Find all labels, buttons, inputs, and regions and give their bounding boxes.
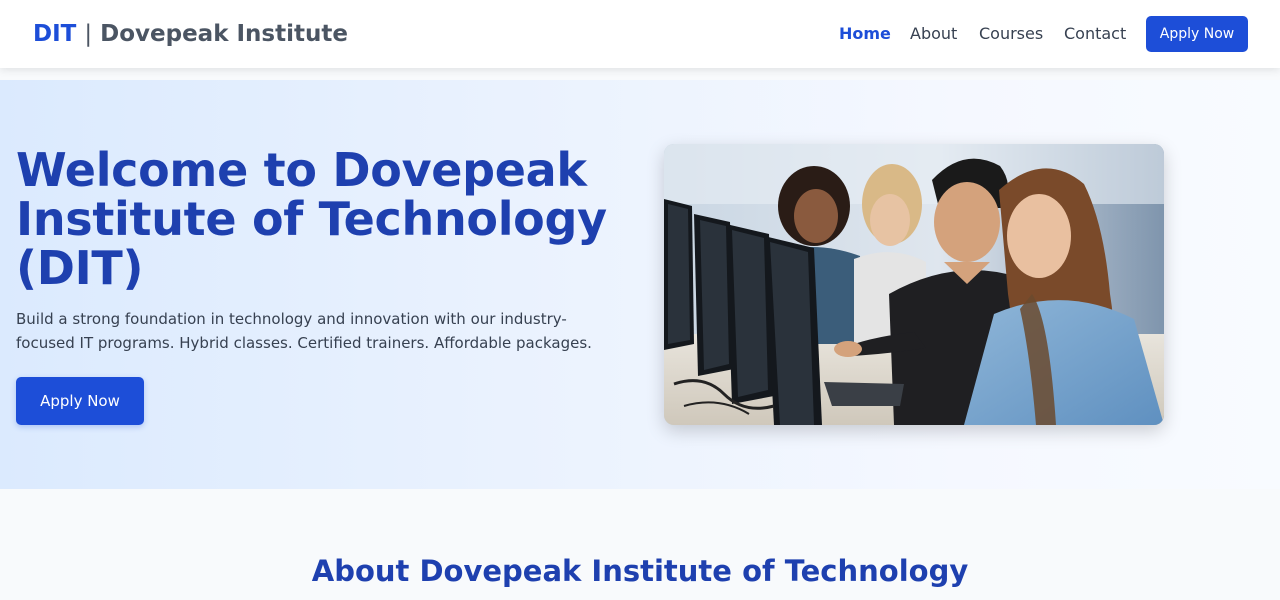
- nav-link-courses[interactable]: Courses: [979, 0, 1043, 68]
- brand-name: Dovepeak Institute: [100, 21, 348, 47]
- hero-section: Welcome to Dovepeak Institute of Technol…: [0, 80, 1280, 489]
- hero-image-students-computer-lab: [664, 144, 1164, 425]
- hero-apply-now-button[interactable]: Apply Now: [16, 377, 144, 425]
- nav-link-about[interactable]: About: [910, 0, 957, 68]
- hero-title: Welcome to Dovepeak Institute of Technol…: [16, 143, 607, 295]
- about-section-title: About Dovepeak Institute of Technology: [311, 554, 969, 588]
- nav-link-home[interactable]: Home: [839, 0, 891, 68]
- brand-separator: |: [84, 21, 93, 47]
- hero-description: Build a strong foundation in technology …: [16, 310, 592, 352]
- header-apply-now-button[interactable]: Apply Now: [1146, 16, 1248, 52]
- brand-abbr: DIT: [33, 21, 77, 47]
- site-header: DIT | Dovepeak Institute Home About Cour…: [0, 0, 1280, 68]
- brand-logo[interactable]: DIT | Dovepeak Institute: [33, 21, 348, 48]
- students-photo-illustration: [664, 144, 1164, 425]
- nav-link-contact[interactable]: Contact: [1064, 0, 1126, 68]
